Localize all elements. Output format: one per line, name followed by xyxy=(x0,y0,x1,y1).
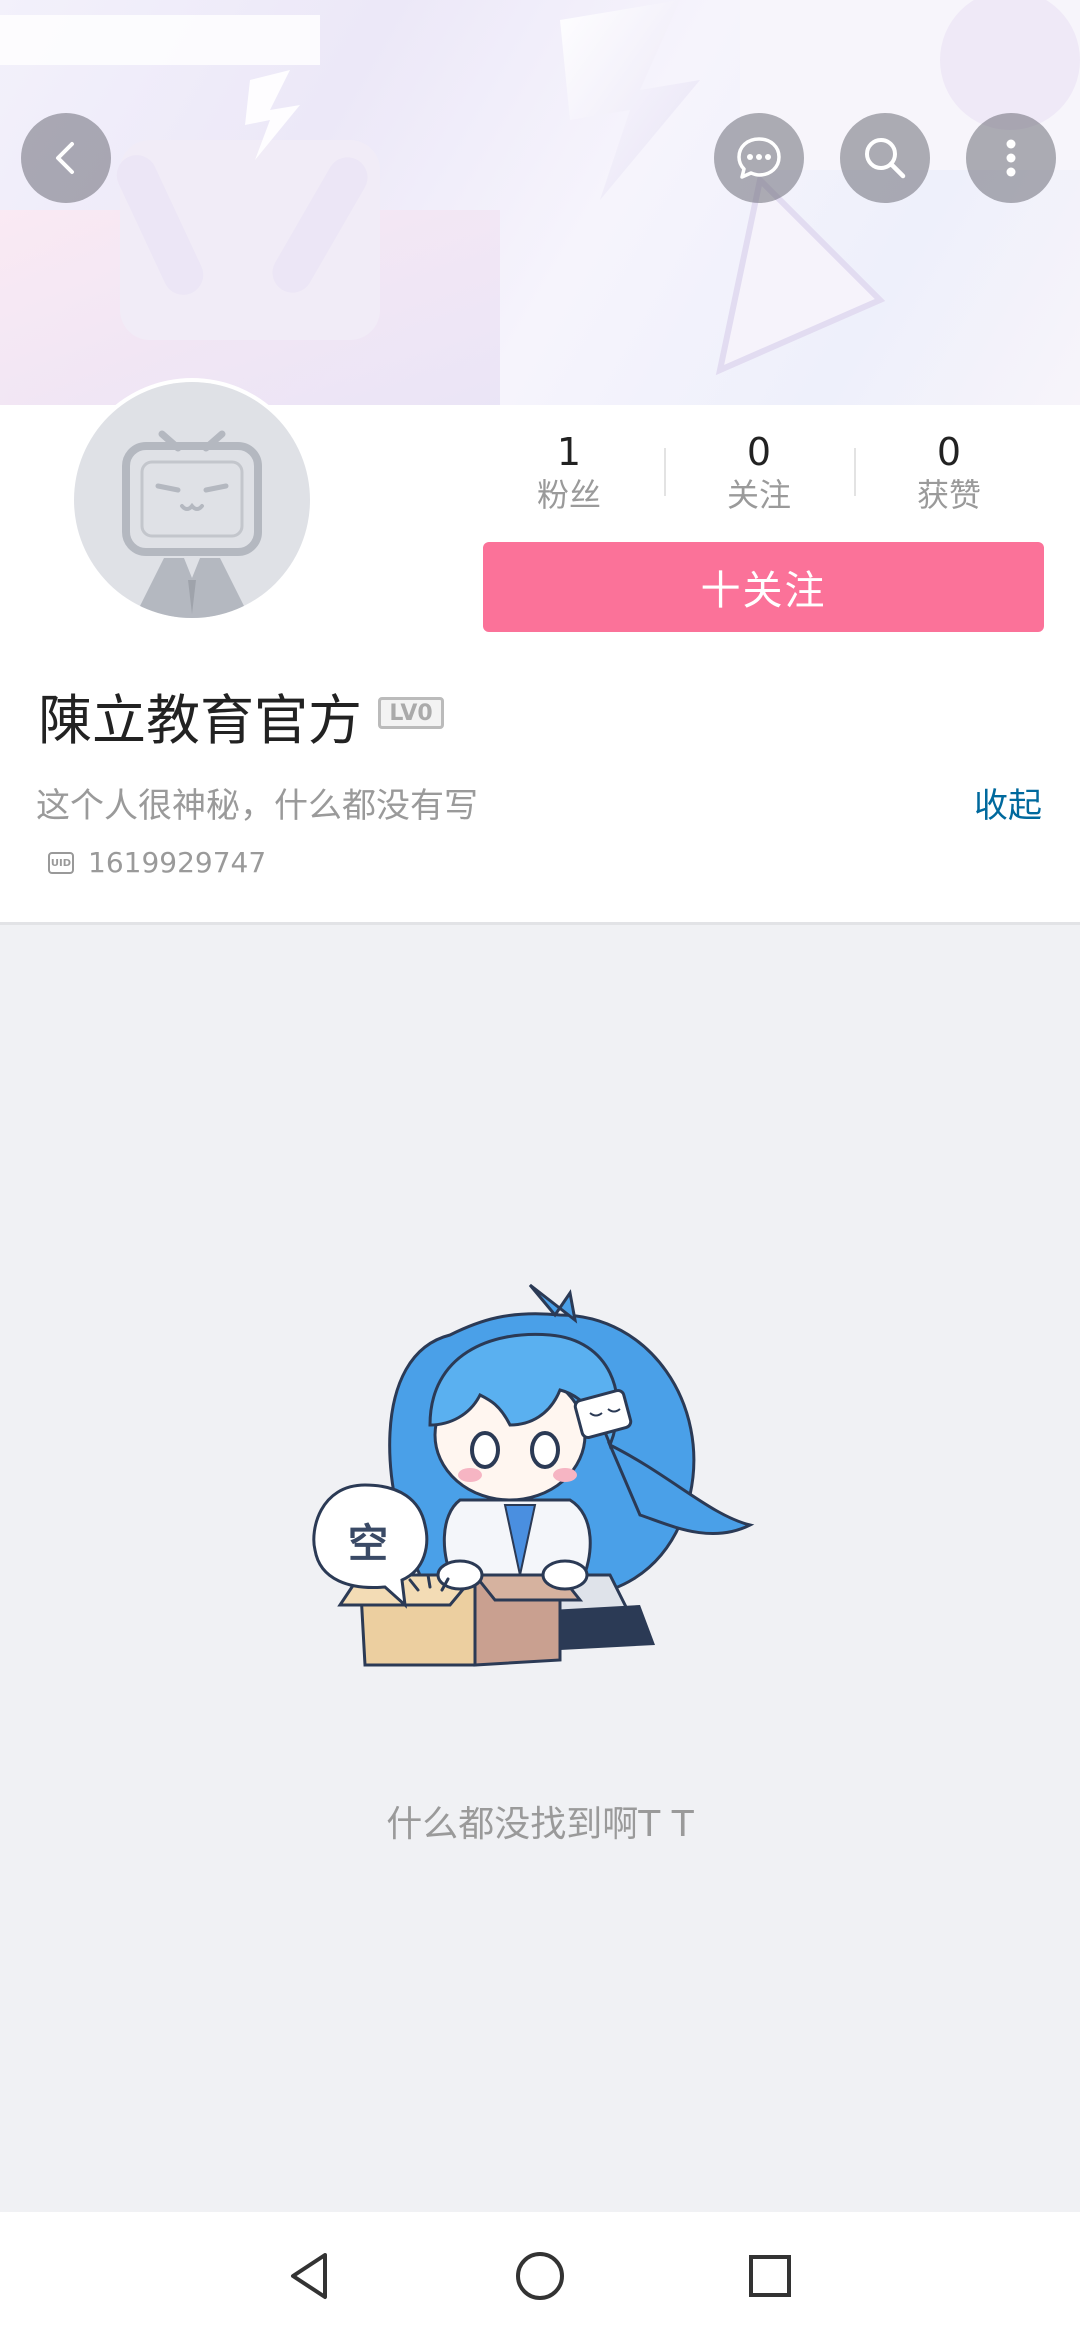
message-button[interactable] xyxy=(714,113,804,203)
default-avatar-image xyxy=(74,382,310,618)
more-vertical-icon xyxy=(1006,139,1016,177)
system-nav-bar xyxy=(0,2212,1080,2340)
square-recents-icon xyxy=(749,2255,791,2297)
back-button[interactable] xyxy=(21,113,111,203)
stat-likes-label: 获赞 xyxy=(916,476,981,514)
user-name: 陳立教育官方 xyxy=(38,689,362,752)
nav-back-button[interactable] xyxy=(280,2246,340,2306)
stat-following-label: 关注 xyxy=(726,476,791,514)
uid-icon: UID xyxy=(48,851,74,874)
uid-value: 1619929747 xyxy=(88,846,267,879)
search-icon xyxy=(865,138,906,179)
stat-followers-value: 1 xyxy=(556,430,582,474)
uid-row: UID 1619929747 xyxy=(48,846,266,879)
level-badge: LV0 xyxy=(378,697,444,729)
empty-bubble-text: 空 xyxy=(348,1521,388,1567)
stat-followers[interactable]: 1 粉丝 xyxy=(474,430,664,516)
stat-following-value: 0 xyxy=(746,430,772,474)
nav-home-button[interactable] xyxy=(510,2246,570,2306)
collapse-link[interactable]: 收起 xyxy=(974,778,1042,827)
nav-recents-button[interactable] xyxy=(740,2246,800,2306)
stat-likes[interactable]: 0 获赞 xyxy=(854,430,1044,516)
circle-home-icon xyxy=(516,2252,564,2300)
follow-button[interactable]: 十关注 xyxy=(483,542,1044,632)
section-divider xyxy=(0,922,1080,925)
search-button[interactable] xyxy=(840,113,930,203)
user-bio: 这个人很神秘，什么都没有写 xyxy=(36,786,478,826)
banner-artwork xyxy=(0,0,1080,405)
chat-bubble-icon xyxy=(737,137,781,179)
empty-state-illustration: 空 xyxy=(312,1283,755,1667)
more-button[interactable] xyxy=(966,113,1056,203)
stat-following[interactable]: 0 关注 xyxy=(664,430,854,516)
tv-mascot-icon xyxy=(122,430,262,618)
empty-state-message: 什么都没找到啊T T xyxy=(386,1804,694,1845)
profile-banner xyxy=(0,0,1080,405)
stat-followers-label: 粉丝 xyxy=(536,476,601,514)
triangle-back-icon xyxy=(291,2253,327,2299)
back-arrow-icon xyxy=(56,142,74,174)
avatar[interactable] xyxy=(70,378,314,622)
stat-likes-value: 0 xyxy=(936,430,962,474)
